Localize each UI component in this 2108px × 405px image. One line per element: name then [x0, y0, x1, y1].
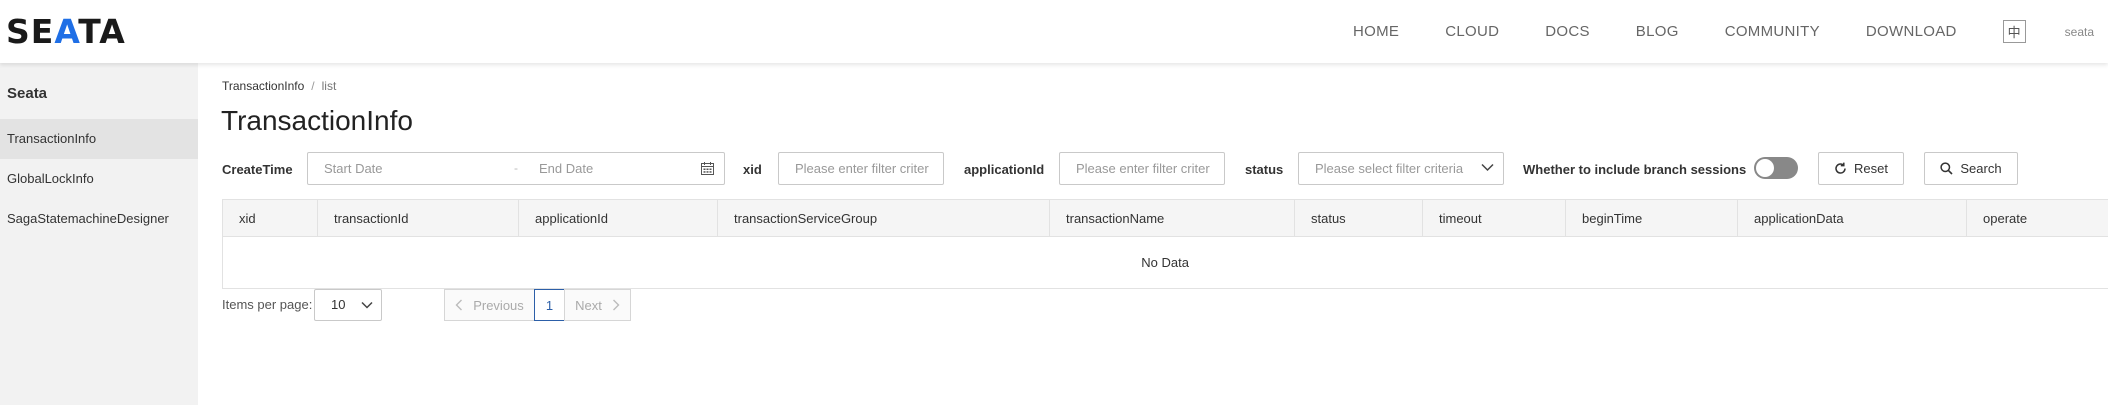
reset-label: Reset [1854, 161, 1888, 176]
nav-cloud[interactable]: CLOUD [1445, 23, 1499, 40]
xid-input[interactable]: Please enter filter criter [778, 152, 944, 185]
end-date-input[interactable]: End Date [539, 153, 593, 184]
empty-text: No Data [1141, 255, 1189, 270]
search-icon [1940, 162, 1953, 175]
column-header-timeout[interactable]: timeout [1422, 200, 1565, 237]
nav-community[interactable]: COMMUNITY [1725, 23, 1820, 40]
table-empty-state: No Data [223, 237, 1189, 289]
items-per-page-label: Items per page: [222, 297, 313, 312]
language-toggle-button[interactable]: 中 [2002, 20, 2026, 43]
xid-label: xid [743, 162, 762, 177]
column-header-xid[interactable]: xid [223, 200, 317, 237]
pagination: Items per page: 10 Previous 1 Next [222, 289, 822, 321]
date-range-separator: - [514, 161, 518, 175]
table-header: xid transactionId applicationId transact… [223, 200, 2108, 237]
breadcrumb-parent[interactable]: TransactionInfo [222, 79, 304, 93]
sidebar-title: Seata [7, 85, 48, 102]
nav-docs[interactable]: DOCS [1545, 23, 1590, 40]
column-header-applicationdata[interactable]: applicationData [1737, 200, 1966, 237]
nav-blog[interactable]: BLOG [1636, 23, 1679, 40]
reset-button[interactable]: Reset [1818, 152, 1904, 185]
user-name[interactable]: seata [2065, 25, 2094, 39]
sidebar-item-sagastatemachinedesigner[interactable]: SagaStatemachineDesigner [0, 199, 198, 239]
create-time-label: CreateTime [222, 162, 293, 177]
branch-sessions-toggle[interactable] [1754, 157, 1798, 179]
toggle-knob [1756, 159, 1774, 177]
sidebar-item-transactioninfo[interactable]: TransactionInfo [0, 119, 198, 159]
page-number-current[interactable]: 1 [534, 289, 565, 321]
start-date-input[interactable]: Start Date [324, 153, 383, 184]
page-title: TransactionInfo [221, 105, 413, 136]
date-range-picker[interactable]: Start Date - End Date [307, 152, 725, 185]
breadcrumb: TransactionInfo / list [222, 79, 336, 93]
status-select-value: Please select filter criteria [1315, 161, 1464, 176]
page-size-select[interactable]: 10 [314, 289, 382, 321]
calendar-icon[interactable] [701, 162, 714, 175]
search-button[interactable]: Search [1924, 152, 2018, 185]
status-select[interactable]: Please select filter criteria [1298, 152, 1504, 185]
next-page-button[interactable]: Next [564, 289, 631, 321]
breadcrumb-current: list [321, 79, 337, 93]
main-nav: HOME CLOUD DOCS BLOG COMMUNITY DOWNLOAD … [1353, 0, 2108, 63]
refresh-icon [1835, 162, 1846, 174]
column-header-transactionname[interactable]: transactionName [1049, 200, 1294, 237]
filter-bar: CreateTime Start Date - End Date xid Ple… [222, 152, 2108, 187]
transactions-table: xid transactionId applicationId transact… [222, 199, 2108, 289]
application-id-input[interactable]: Please enter filter criter [1059, 152, 1225, 185]
seata-logo[interactable]: SEATA [6, 12, 126, 51]
status-label: status [1245, 162, 1284, 177]
chevron-down-icon [361, 301, 373, 309]
sidebar: Seata TransactionInfo GlobalLockInfo Sag… [0, 63, 198, 405]
chevron-right-icon [612, 299, 620, 311]
sidebar-item-globallockinfo[interactable]: GlobalLockInfo [0, 159, 198, 199]
column-header-transactionservicegroup[interactable]: transactionServiceGroup [717, 200, 1049, 237]
chevron-down-icon [1481, 163, 1494, 172]
column-header-applicationid[interactable]: applicationId [518, 200, 717, 237]
search-label: Search [1960, 161, 2002, 176]
previous-label: Previous [473, 297, 524, 313]
branch-sessions-label: Whether to include branch sessions [1523, 162, 1747, 177]
page-size-value: 10 [331, 297, 346, 312]
chevron-left-icon [455, 299, 463, 311]
nav-download[interactable]: DOWNLOAD [1866, 23, 1957, 40]
breadcrumb-separator: / [311, 79, 315, 93]
next-label: Next [575, 297, 602, 313]
column-header-operate[interactable]: operate [1966, 200, 2108, 237]
nav-home[interactable]: HOME [1353, 23, 1399, 40]
application-id-label: applicationId [964, 162, 1045, 177]
main-content: TransactionInfo / list TransactionInfo Cre… [198, 63, 2108, 405]
previous-page-button[interactable]: Previous [444, 289, 535, 321]
column-header-status[interactable]: status [1294, 200, 1422, 237]
top-navigation-bar: SEATA HOME CLOUD DOCS BLOG COMMUNITY DOW… [0, 0, 2108, 63]
column-header-transactionid[interactable]: transactionId [317, 200, 518, 237]
column-header-begintime[interactable]: beginTime [1565, 200, 1737, 237]
logo-text: SEATA [6, 11, 126, 51]
